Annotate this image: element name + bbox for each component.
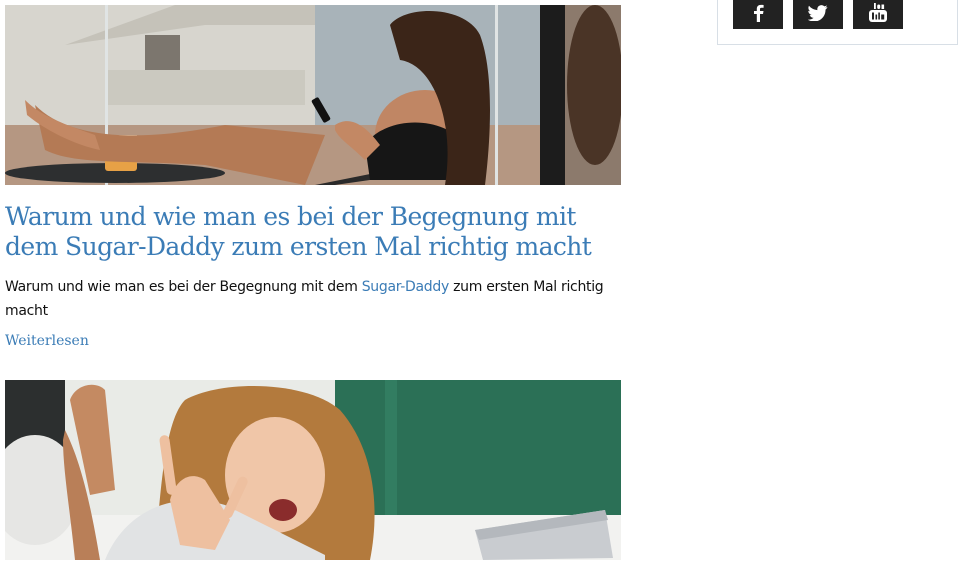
social-media-widget (717, 0, 958, 45)
post-title[interactable]: Warum und wie man es bei der Begegnung m… (5, 202, 621, 262)
twitter-button[interactable] (793, 0, 843, 29)
read-more-link[interactable]: Weiterlesen (5, 333, 89, 349)
post-thumbnail[interactable] (5, 380, 621, 560)
youtube-icon (869, 2, 887, 22)
excerpt-text: Warum und wie man es bei der Begegnung m… (5, 279, 362, 295)
facebook-icon (754, 4, 764, 22)
post-card (5, 380, 621, 560)
post-card: Warum und wie man es bei der Begegnung m… (5, 5, 621, 349)
post-excerpt: Warum und wie man es bei der Begegnung m… (5, 275, 621, 323)
woman-on-balcony-photo (5, 5, 621, 185)
main-content: Warum und wie man es bei der Begegnung m… (5, 0, 621, 560)
twitter-icon (808, 4, 828, 21)
excited-woman-with-laptop-photo (5, 380, 621, 560)
facebook-button[interactable] (733, 0, 783, 29)
post-thumbnail[interactable] (5, 5, 621, 185)
youtube-button[interactable] (853, 0, 903, 29)
sugar-daddy-link[interactable]: Sugar-Daddy (362, 279, 450, 295)
